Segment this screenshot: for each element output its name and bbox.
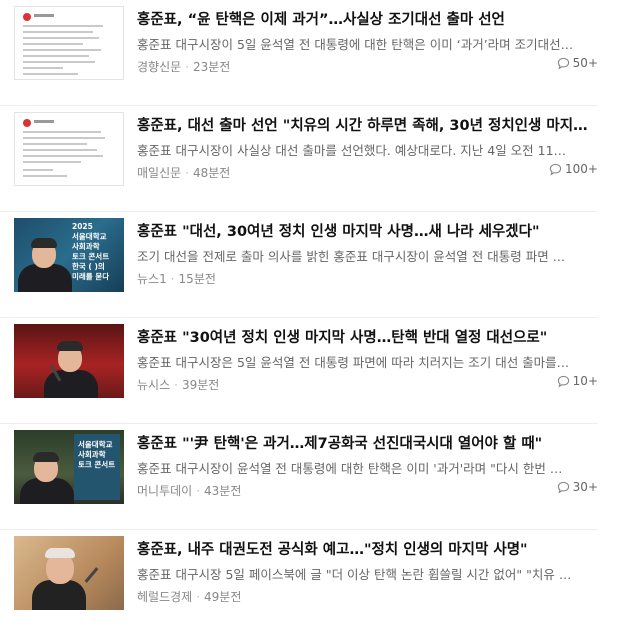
- thumbnail[interactable]: [14, 6, 124, 80]
- time-ago: 15분전: [178, 272, 216, 286]
- article-snippet: 홍준표 대구시장은 5일 윤석열 전 대통령 파면에 따라 치러지는 조기 대선…: [137, 355, 570, 370]
- comment-count-text: 10+: [572, 374, 598, 388]
- comment-icon: [549, 163, 562, 176]
- source-name[interactable]: 헤럴드경제: [137, 590, 192, 604]
- article-meta: 뉴시스 · 39분전: [137, 378, 220, 392]
- list-item[interactable]: 홍준표 "30여년 정치 인생 마지막 사명…탄핵 반대 열정 대선으로" 홍준…: [0, 318, 598, 424]
- source-name[interactable]: 뉴시스: [137, 378, 170, 392]
- thumbnail[interactable]: 2025 서울대학교 사회과학 토크 콘서트 한국 ( )의 미래를 묻다: [14, 218, 124, 292]
- article-snippet: 조기 대선을 전제로 출마 의사를 밝힌 홍준표 대구시장이 윤석열 전 대통령…: [137, 249, 566, 264]
- list-item[interactable]: 서울대학교 사회과학 토크 콘서트 홍준표 "'尹 탄핵'은 과거…제7공화국 …: [0, 424, 598, 530]
- comment-count[interactable]: 50+: [557, 56, 598, 70]
- article-title[interactable]: 홍준표 "대선, 30여년 정치 인생 마지막 사명…새 나라 세우겠다": [137, 220, 599, 241]
- article-title[interactable]: 홍준표 "30여년 정치 인생 마지막 사명…탄핵 반대 열정 대선으로": [137, 326, 599, 347]
- article-meta: 뉴스1 · 15분전: [137, 272, 216, 286]
- article-title[interactable]: 홍준표, “윤 탄핵은 이제 과거”…사실상 조기대선 출마 선언: [137, 8, 599, 29]
- comment-count[interactable]: 100+: [549, 162, 598, 176]
- poster-text: 서울대학교 사회과학 토크 콘서트: [78, 440, 116, 469]
- article-snippet: 홍준표 대구시장이 5일 윤석열 전 대통령에 대한 탄핵은 이미 ‘과거’라며…: [137, 37, 574, 52]
- list-item[interactable]: 2025 서울대학교 사회과학 토크 콘서트 한국 ( )의 미래를 묻다 홍준…: [0, 212, 598, 318]
- article-snippet: 홍준표 대구시장 5일 페이스북에 글 "더 이상 탄핵 논란 휩쓸릴 시간 없…: [137, 567, 572, 582]
- time-ago: 23분전: [193, 60, 231, 74]
- thumbnail[interactable]: [14, 324, 124, 398]
- source-name[interactable]: 뉴스1: [137, 272, 167, 286]
- list-item[interactable]: 홍준표, 대선 출마 선언 "치유의 시간 하루면 족해, 30년 정치인생 마…: [0, 106, 599, 212]
- article-title[interactable]: 홍준표, 내주 대권도전 공식화 예고…"정치 인생의 마지막 사명": [137, 538, 599, 559]
- article-meta: 머니투데이 · 43분전: [137, 484, 242, 498]
- article-title[interactable]: 홍준표 "'尹 탄핵'은 과거…제7공화국 선진대국시대 열어야 할 때": [137, 432, 599, 453]
- article-snippet: 홍준표 대구시장이 윤석열 전 대통령에 대한 탄핵은 이미 '과거'라며 "다…: [137, 461, 563, 476]
- article-meta: 매일신문 · 48분전: [137, 166, 231, 180]
- comment-icon: [557, 57, 570, 70]
- comment-count[interactable]: 10+: [557, 374, 598, 388]
- comment-count-text: 30+: [572, 480, 598, 494]
- thumbnail[interactable]: [14, 536, 124, 610]
- comment-count[interactable]: 30+: [557, 480, 598, 494]
- poster-text: 2025 서울대학교 사회과학 토크 콘서트 한국 ( )의 미래를 묻다: [72, 222, 110, 281]
- time-ago: 48분전: [193, 166, 231, 180]
- time-ago: 43분전: [204, 484, 242, 498]
- time-ago: 39분전: [181, 378, 220, 392]
- thumbnail[interactable]: [14, 112, 124, 186]
- thumbnail[interactable]: 서울대학교 사회과학 토크 콘서트: [14, 430, 124, 504]
- comment-count-text: 50+: [572, 56, 598, 70]
- list-item[interactable]: 홍준표, “윤 탄핵은 이제 과거”…사실상 조기대선 출마 선언 홍준표 대구…: [0, 0, 598, 106]
- article-meta: 헤럴드경제 · 49분전: [137, 590, 242, 604]
- list-item[interactable]: 홍준표, 내주 대권도전 공식화 예고…"정치 인생의 마지막 사명" 홍준표 …: [0, 530, 598, 636]
- source-name[interactable]: 매일신문: [137, 166, 181, 180]
- article-title[interactable]: 홍준표, 대선 출마 선언 "치유의 시간 하루면 족해, 30년 정치인생 마…: [137, 114, 599, 135]
- source-name[interactable]: 머니투데이: [137, 484, 192, 498]
- comment-count-text: 100+: [565, 162, 598, 176]
- time-ago: 49분전: [204, 590, 242, 604]
- comment-icon: [557, 481, 570, 494]
- source-name[interactable]: 경향신문: [137, 60, 181, 74]
- comment-icon: [557, 375, 570, 388]
- article-snippet: 홍준표 대구시장이 사실상 대선 출마를 선언했다. 예상대로다. 지난 4일 …: [137, 143, 567, 158]
- article-meta: 경향신문 · 23분전: [137, 60, 231, 74]
